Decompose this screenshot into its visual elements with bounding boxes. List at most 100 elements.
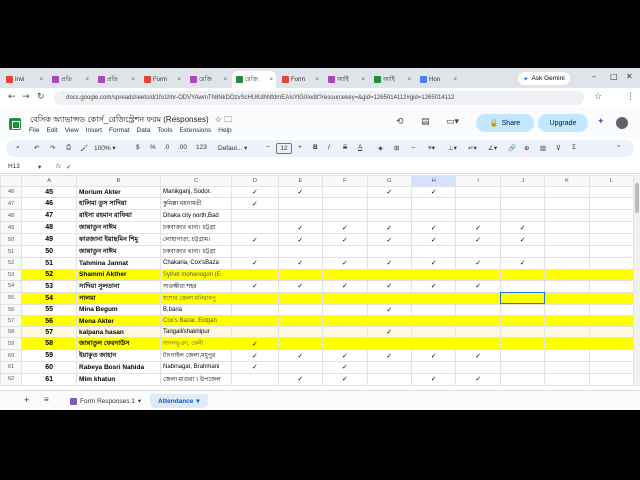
insert-comment-icon[interactable]: ⊕	[524, 144, 529, 152]
attendance-cell[interactable]: ✓	[277, 257, 324, 270]
attendance-cell[interactable]	[322, 303, 368, 316]
empty-cell[interactable]	[588, 361, 634, 374]
tab-close-icon[interactable]: ×	[315, 77, 319, 83]
attendance-cell[interactable]	[277, 268, 324, 281]
serial-cell[interactable]: 50	[21, 245, 78, 259]
attendance-cell[interactable]: ✓	[231, 257, 279, 270]
name-cell[interactable]: Rabeya Bosri Nahida	[76, 361, 161, 374]
empty-cell[interactable]	[588, 186, 634, 199]
attendance-cell[interactable]: ✓	[366, 349, 413, 363]
attendance-cell[interactable]	[544, 186, 590, 199]
vertical-scrollbar[interactable]	[634, 175, 640, 387]
attendance-cell[interactable]	[410, 209, 457, 223]
attendance-cell[interactable]: ✓	[455, 279, 501, 293]
attendance-cell[interactable]	[455, 268, 501, 281]
bold-button[interactable]: B	[313, 144, 318, 151]
attendance-cell[interactable]	[499, 349, 546, 363]
menu-item[interactable]: Tools	[157, 127, 172, 134]
serial-cell[interactable]: 51	[21, 257, 78, 270]
menu-item[interactable]: Extensions	[179, 127, 211, 134]
attendance-cell[interactable]: ✓	[366, 221, 413, 235]
spreadsheet-grid[interactable]: ABCDEFGHIJKL 46 45 Morium Akter Manikganj, …	[0, 175, 634, 387]
column-header[interactable]: A	[21, 175, 78, 188]
attendance-cell[interactable]	[544, 221, 590, 235]
sheet-tab-attendance[interactable]: Attendance ▾	[150, 394, 208, 408]
attendance-cell[interactable]: ✓	[410, 186, 457, 199]
attendance-cell[interactable]	[277, 337, 324, 351]
percent-button[interactable]: %	[150, 144, 156, 151]
address-cell[interactable]: Dhaka city north,Bad	[159, 209, 233, 223]
attendance-cell[interactable]	[544, 209, 590, 223]
attendance-cell[interactable]	[366, 361, 413, 374]
attendance-cell[interactable]	[231, 245, 279, 259]
reload-icon[interactable]: ↻	[37, 92, 45, 102]
attendance-cell[interactable]	[499, 186, 546, 199]
attendance-cell[interactable]	[410, 361, 457, 374]
attendance-cell[interactable]: ✓	[410, 257, 457, 270]
insert-link-icon[interactable]: 🔗	[508, 144, 516, 152]
row-header[interactable]: 48	[0, 209, 23, 223]
empty-cell[interactable]	[588, 245, 634, 259]
attendance-cell[interactable]	[277, 303, 324, 316]
column-header[interactable]: D	[231, 175, 279, 188]
attendance-cell[interactable]	[410, 303, 457, 316]
number-format-button[interactable]: 123	[196, 144, 207, 151]
name-cell[interactable]: হালিমা তুস সাদিয়া	[76, 197, 161, 211]
address-cell[interactable]: কুমিল্লা ময়নামতী	[159, 197, 233, 211]
attendance-cell[interactable]	[455, 197, 501, 211]
strikethrough-button[interactable]: S	[343, 144, 347, 151]
attendance-cell[interactable]: ✓	[322, 221, 368, 235]
all-sheets-icon[interactable]: ≡	[44, 395, 49, 404]
menu-item[interactable]: Data	[137, 127, 151, 134]
serial-cell[interactable]: 46	[21, 197, 78, 211]
attendance-cell[interactable]	[544, 245, 590, 259]
zoom-select[interactable]: 100% ▾	[94, 144, 116, 152]
row-header[interactable]: 61	[0, 361, 23, 374]
serial-cell[interactable]: 54	[21, 291, 78, 305]
name-cell[interactable]: সাদিয়া সুলতানা	[76, 279, 161, 293]
address-cell[interactable]: Tangail/shakhipur	[159, 326, 233, 339]
attendance-cell[interactable]	[231, 291, 279, 305]
row-header[interactable]: 49	[0, 221, 23, 235]
attendance-cell[interactable]: ✓	[277, 221, 324, 235]
serial-cell[interactable]: 59	[21, 349, 78, 363]
ask-gemini-button[interactable]: ✦ Ask Gemini	[518, 72, 570, 85]
serial-cell[interactable]: 53	[21, 279, 78, 293]
browser-tab[interactable]: Hon ×	[416, 71, 460, 88]
browser-tab[interactable]: রেজি ×	[186, 71, 230, 88]
attendance-cell[interactable]	[499, 209, 546, 223]
attendance-cell[interactable]: ✓	[366, 257, 413, 270]
select-all-corner[interactable]	[0, 175, 23, 188]
tab-close-icon[interactable]: ×	[269, 77, 273, 83]
column-header[interactable]: E	[277, 175, 324, 188]
attendance-cell[interactable]	[410, 337, 457, 351]
attendance-cell[interactable]	[499, 337, 546, 351]
address-cell[interactable]: দাগনভূঞা, ফেনী	[159, 337, 233, 351]
tab-close-icon[interactable]: ×	[177, 77, 181, 83]
menu-item[interactable]: Edit	[46, 127, 57, 134]
borders-icon[interactable]: ⊞	[394, 144, 399, 152]
name-box[interactable]: H13	[8, 163, 20, 170]
tab-close-icon[interactable]: ×	[407, 77, 411, 83]
attendance-cell[interactable]: ✓	[231, 233, 279, 247]
menu-item[interactable]: Insert	[86, 127, 102, 134]
font-size-input[interactable]: 12	[276, 143, 292, 154]
star-icon[interactable]: ☆	[594, 92, 602, 102]
column-header[interactable]: J	[499, 175, 546, 188]
attendance-cell[interactable]: ✓	[277, 279, 324, 293]
column-header[interactable]: H	[410, 175, 457, 188]
attendance-cell[interactable]	[499, 279, 546, 293]
attendance-cell[interactable]	[366, 291, 413, 305]
attendance-cell[interactable]: ✓	[499, 233, 546, 247]
insert-chart-icon[interactable]: ▥	[540, 144, 546, 152]
print-icon[interactable]: ⎙	[66, 144, 71, 152]
address-cell[interactable]: চকবাজার থানা। চট্টগ্রা	[159, 221, 233, 235]
attendance-cell[interactable]: ✓	[231, 186, 279, 199]
merge-cells-icon[interactable]: ⇔	[410, 144, 417, 151]
empty-cell[interactable]	[588, 209, 634, 223]
menu-item[interactable]: Format	[109, 127, 130, 134]
attendance-cell[interactable]: ✓	[366, 279, 413, 293]
address-cell[interactable]: সাতক্ষীরা শহর	[159, 279, 233, 293]
column-header[interactable]: L	[588, 175, 634, 188]
column-header[interactable]: I	[455, 175, 501, 188]
